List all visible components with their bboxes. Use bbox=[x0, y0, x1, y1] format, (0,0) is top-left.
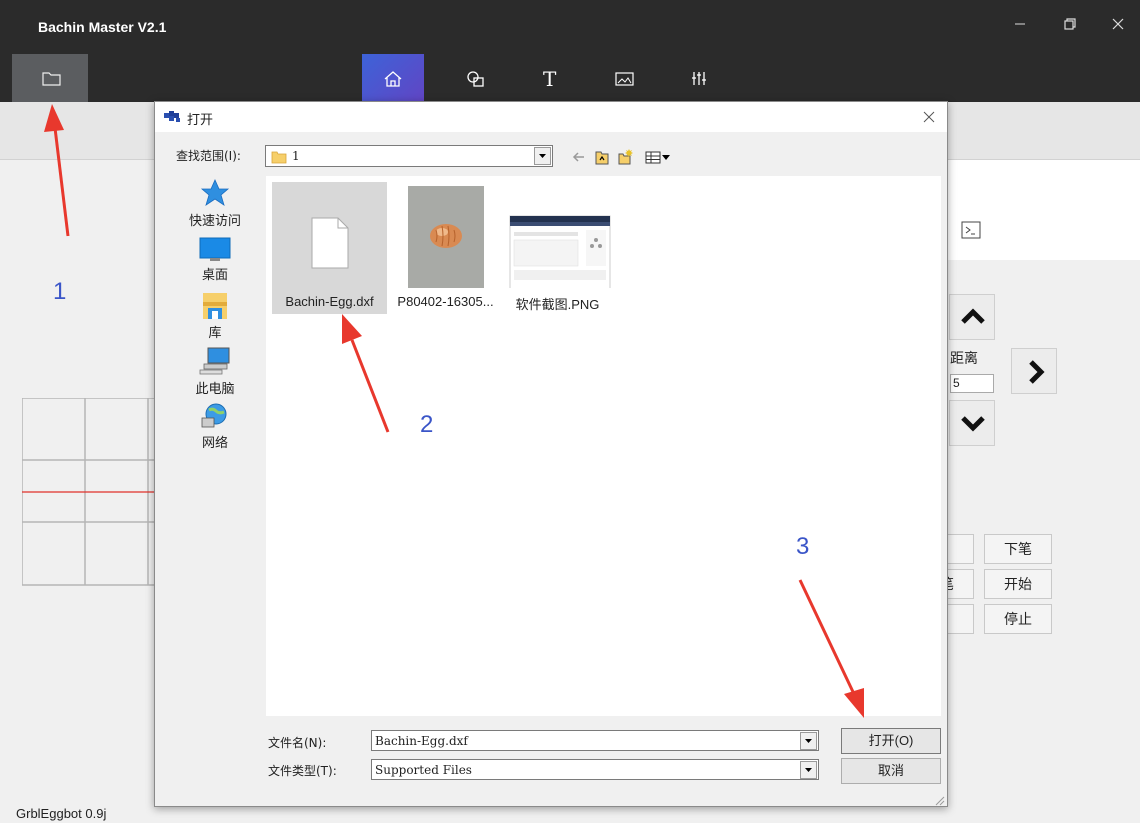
back-arrow-icon[interactable] bbox=[572, 152, 584, 162]
file-item-dxf[interactable]: Bachin-Egg.dxf bbox=[272, 182, 387, 314]
pen-down-button[interactable]: 下笔 bbox=[984, 534, 1052, 564]
dropdown-arrow-icon bbox=[805, 739, 812, 743]
annotation-number-2: 2 bbox=[420, 411, 434, 438]
file-list: Bachin-Egg.dxf P80402-16305... 软件截图.PNG bbox=[266, 176, 941, 716]
chevron-right-icon bbox=[1029, 360, 1045, 384]
minimize-icon[interactable] bbox=[1010, 14, 1030, 34]
svg-text:T: T bbox=[543, 67, 557, 91]
tool-home[interactable] bbox=[362, 54, 424, 102]
dropdown-arrow-icon bbox=[539, 154, 546, 158]
distance-label: 距离 bbox=[950, 350, 978, 366]
move-right-button[interactable] bbox=[1011, 348, 1057, 394]
tool-shapes[interactable] bbox=[446, 54, 508, 102]
annotation-number-1: 1 bbox=[53, 278, 67, 305]
stop-button[interactable]: 停止 bbox=[984, 604, 1052, 634]
dialog-title-bar: 打开 bbox=[155, 102, 947, 132]
annotation-number-3: 3 bbox=[796, 533, 810, 560]
text-icon: T bbox=[543, 67, 557, 91]
file-type-label: 文件类型(T): bbox=[268, 764, 337, 778]
file-type-dropdown-button[interactable] bbox=[800, 761, 817, 779]
close-icon[interactable] bbox=[1108, 14, 1128, 34]
egg-photo-thumbnail bbox=[408, 186, 484, 288]
app-icon bbox=[164, 111, 180, 122]
start-button[interactable]: 开始 bbox=[984, 569, 1052, 599]
sliders-icon bbox=[692, 72, 706, 85]
file-item-photo[interactable]: P80402-16305... bbox=[388, 182, 503, 314]
look-in-label: 查找范围(I): bbox=[176, 149, 241, 163]
folder-icon bbox=[271, 151, 287, 164]
open-button[interactable]: 打开(O) bbox=[841, 728, 941, 754]
tool-adjust[interactable] bbox=[668, 54, 730, 102]
folder-icon bbox=[42, 72, 61, 86]
title-bar: Bachin Master V2.1 bbox=[0, 0, 1140, 54]
file-name: 软件截图.PNG bbox=[515, 297, 600, 312]
distance-input[interactable]: 5 bbox=[950, 374, 994, 393]
file-type-value: Supported Files bbox=[375, 763, 472, 777]
restore-icon[interactable] bbox=[1060, 14, 1080, 34]
right-panel-header bbox=[948, 160, 1140, 260]
place-label: 此电脑 bbox=[195, 381, 235, 396]
desktop-icon bbox=[199, 237, 231, 261]
up-folder-icon[interactable] bbox=[595, 151, 609, 165]
place-label: 库 bbox=[208, 325, 222, 340]
resize-grip-icon[interactable] bbox=[933, 794, 945, 806]
nav-toolbar bbox=[571, 147, 681, 170]
place-network[interactable]: 网络 bbox=[175, 402, 255, 451]
place-label: 桌面 bbox=[201, 267, 228, 282]
view-menu-icon[interactable] bbox=[645, 151, 670, 164]
firmware-status: GrblEggbot 0.9j bbox=[16, 806, 107, 821]
chevron-down-icon bbox=[961, 416, 985, 432]
star-icon bbox=[200, 179, 230, 206]
library-icon bbox=[203, 293, 227, 319]
place-libraries[interactable]: 库 bbox=[175, 292, 255, 341]
image-icon bbox=[615, 72, 634, 86]
open-file-button[interactable] bbox=[12, 54, 88, 102]
file-name: Bachin-Egg.dxf bbox=[285, 294, 374, 309]
screenshot-thumbnail bbox=[509, 215, 611, 288]
home-icon bbox=[384, 71, 402, 87]
computer-icon bbox=[199, 347, 230, 375]
move-down-button[interactable] bbox=[949, 400, 995, 446]
file-item-png[interactable]: 软件截图.PNG bbox=[500, 182, 620, 314]
place-label: 快速访问 bbox=[188, 213, 241, 228]
tool-image[interactable] bbox=[594, 54, 656, 102]
tool-text[interactable]: T bbox=[520, 54, 582, 102]
terminal-icon[interactable] bbox=[961, 220, 981, 240]
file-name: P80402-16305... bbox=[397, 294, 494, 309]
place-this-pc[interactable]: 此电脑 bbox=[175, 346, 255, 397]
cancel-button[interactable]: 取消 bbox=[841, 758, 941, 784]
close-icon[interactable] bbox=[923, 111, 935, 123]
file-name-label: 文件名(N): bbox=[268, 736, 327, 750]
canvas-grid[interactable] bbox=[22, 398, 162, 588]
file-name-value: Bachin-Egg.dxf bbox=[375, 734, 468, 748]
file-name-input[interactable]: Bachin-Egg.dxf bbox=[371, 730, 819, 751]
new-folder-icon[interactable] bbox=[618, 149, 633, 165]
file-name-dropdown-button[interactable] bbox=[800, 732, 817, 750]
look-in-value: 1 bbox=[292, 149, 300, 163]
shapes-icon bbox=[467, 71, 484, 87]
network-icon bbox=[201, 403, 227, 428]
look-in-dropdown[interactable]: 1 bbox=[265, 145, 553, 167]
move-up-button[interactable] bbox=[949, 294, 995, 340]
place-desktop[interactable]: 桌面 bbox=[175, 236, 255, 283]
place-label: 网络 bbox=[201, 435, 228, 450]
dialog-title: 打开 bbox=[187, 112, 214, 127]
file-type-select[interactable]: Supported Files bbox=[371, 759, 819, 780]
look-in-dropdown-button[interactable] bbox=[534, 147, 551, 165]
app-title: Bachin Master V2.1 bbox=[38, 19, 167, 35]
dropdown-arrow-icon bbox=[805, 768, 812, 772]
place-quick-access[interactable]: 快速访问 bbox=[175, 178, 255, 229]
open-file-dialog: 打开 查找范围(I): 1 快速访问 桌面 库 此电脑 网络 Bachin-Eg… bbox=[154, 101, 948, 807]
main-toolbar: T bbox=[0, 54, 1140, 102]
document-icon bbox=[311, 217, 349, 269]
chevron-up-icon bbox=[961, 308, 985, 324]
